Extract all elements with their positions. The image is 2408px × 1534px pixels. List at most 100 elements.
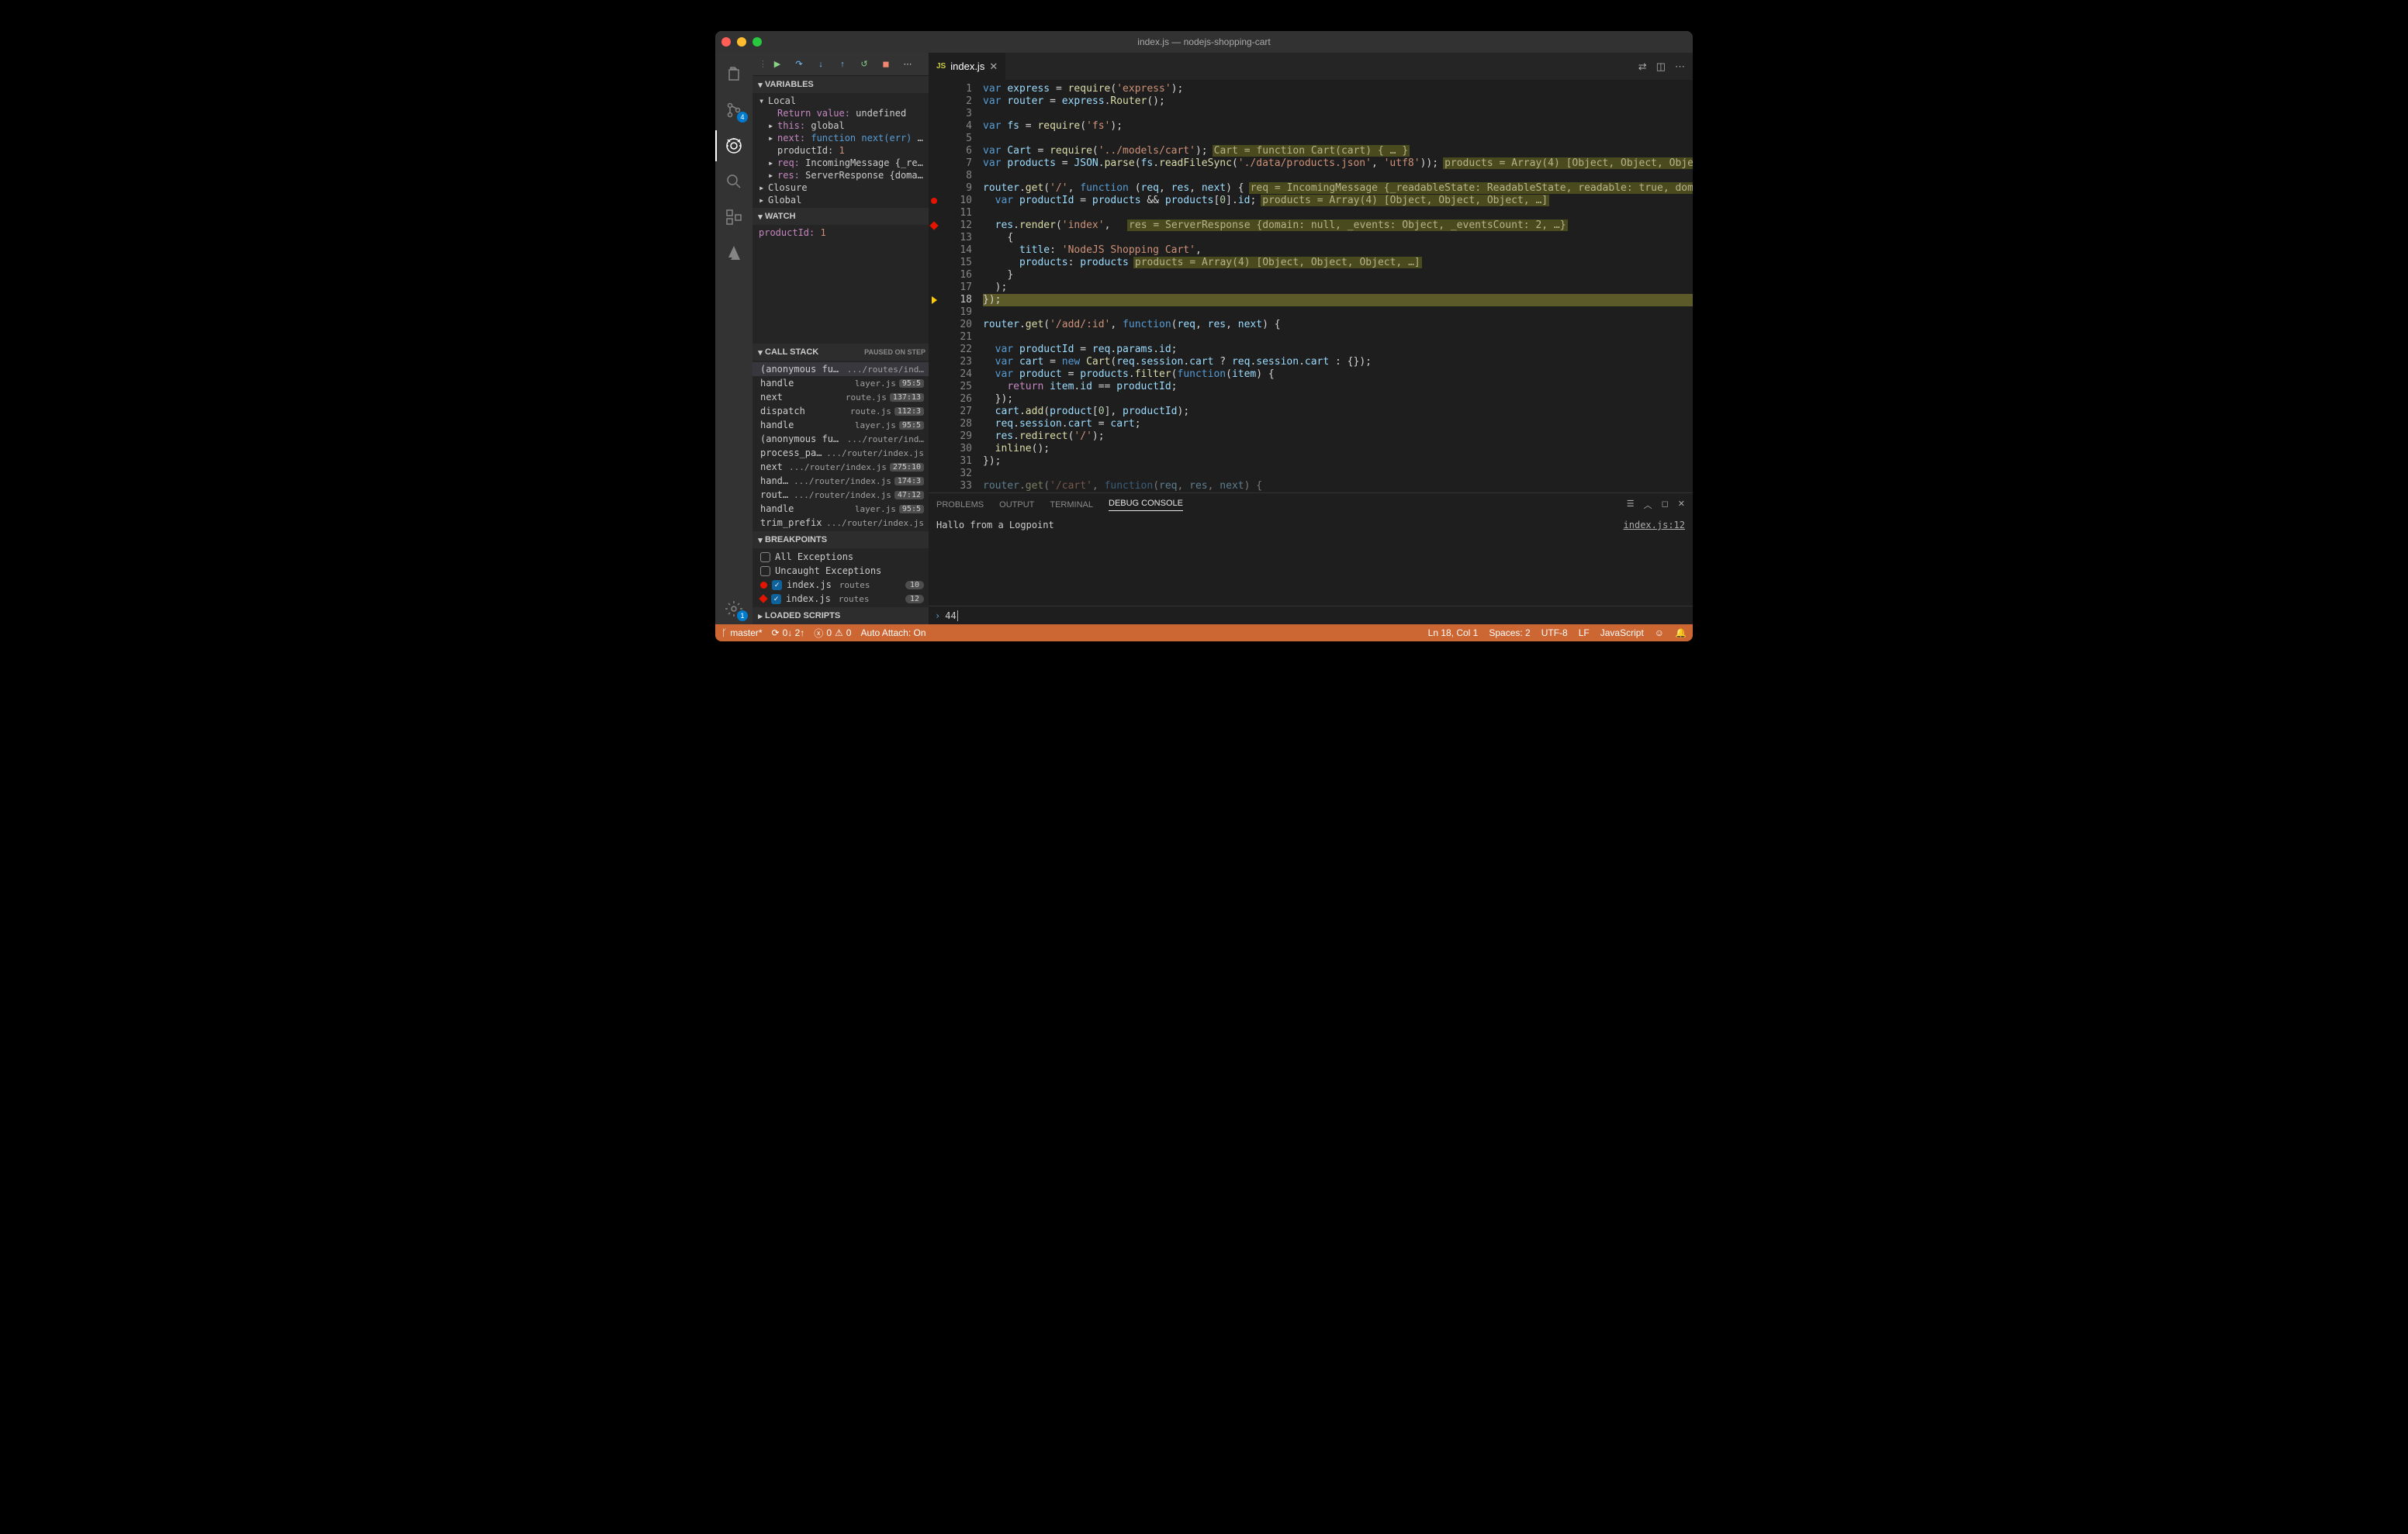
step-into-button[interactable]: ↓ bbox=[811, 55, 830, 74]
restart-button[interactable]: ↺ bbox=[855, 55, 874, 74]
status-bar: ᚴ master* ⟳ 0↓ 2↑ ⓧ 0 ⚠ 0 Auto Attach: O… bbox=[715, 624, 1693, 641]
minimize-window[interactable] bbox=[737, 37, 746, 47]
errors-count[interactable]: ⓧ 0 ⚠ 0 bbox=[814, 627, 851, 640]
tab-bar: JS index.js ✕ ⇄ ◫ ⋯ bbox=[929, 53, 1693, 80]
js-file-icon: JS bbox=[936, 62, 946, 71]
prompt-icon: › bbox=[935, 610, 940, 621]
stop-button[interactable]: ◼ bbox=[877, 55, 895, 74]
debug-toolbar: ⋮ ▶ ↷ ↓ ↑ ↺ ◼ ⋯ bbox=[752, 53, 929, 76]
debug-icon[interactable] bbox=[715, 130, 752, 161]
filter-icon[interactable]: ☰ bbox=[1627, 499, 1635, 511]
debug-sidebar: ⋮ ▶ ↷ ↓ ↑ ↺ ◼ ⋯ ▾Variables ▾LocalReturn … bbox=[752, 53, 929, 624]
continue-button[interactable]: ▶ bbox=[768, 55, 787, 74]
stack-frame[interactable]: nextroute.js137:13 bbox=[752, 390, 929, 404]
panel-tab-terminal[interactable]: Terminal bbox=[1050, 500, 1093, 510]
stack-frame[interactable]: handlelayer.js95:5 bbox=[752, 376, 929, 390]
checkbox[interactable] bbox=[760, 566, 770, 576]
git-sync[interactable]: ⟳ 0↓ 2↑ bbox=[772, 627, 805, 638]
stack-frame[interactable]: process_params.../router/index.js bbox=[752, 446, 929, 460]
tab-index-js[interactable]: JS index.js ✕ bbox=[929, 53, 1005, 80]
checkbox[interactable]: ✓ bbox=[771, 594, 781, 604]
log-source[interactable]: index.js:12 bbox=[1624, 520, 1685, 603]
scm-icon[interactable]: 4 bbox=[715, 95, 752, 126]
variable-row[interactable]: ▸req: IncomingMessage {_readableSt… bbox=[752, 157, 929, 169]
stack-frame[interactable]: (anonymous function).../routes/ind… bbox=[752, 362, 929, 376]
zoom-window[interactable] bbox=[752, 37, 762, 47]
callstack-list: (anonymous function).../routes/ind…handl… bbox=[752, 361, 929, 531]
editor-group: JS index.js ✕ ⇄ ◫ ⋯ 12345678910111213141… bbox=[929, 53, 1693, 624]
stack-frame[interactable]: dispatchroute.js112:3 bbox=[752, 404, 929, 418]
variable-row[interactable]: productId: 1 bbox=[752, 144, 929, 157]
watch-header[interactable]: ▾Watch bbox=[752, 208, 929, 225]
scope-local[interactable]: ▾Local bbox=[752, 95, 929, 107]
panel-tab-output[interactable]: Output bbox=[999, 500, 1034, 510]
auto-attach[interactable]: Auto Attach: On bbox=[860, 627, 925, 638]
indentation[interactable]: Spaces: 2 bbox=[1489, 627, 1530, 638]
variable-row[interactable]: ▸this: global bbox=[752, 119, 929, 132]
debug-console-input[interactable]: › 44 bbox=[929, 606, 1693, 624]
debug-console-output: Hallo from a Logpoint index.js:12 bbox=[929, 517, 1693, 606]
search-icon[interactable] bbox=[715, 166, 752, 197]
scope-closure[interactable]: ▸Closure bbox=[752, 181, 929, 194]
step-out-button[interactable]: ↑ bbox=[833, 55, 852, 74]
stack-frame[interactable]: handlelayer.js95:5 bbox=[752, 418, 929, 432]
more-actions-icon[interactable]: ⋯ bbox=[1675, 60, 1685, 73]
variables-list: ▾LocalReturn value: undefined▸this: glob… bbox=[752, 93, 929, 208]
scope-global[interactable]: ▸Global bbox=[752, 194, 929, 206]
code-editor[interactable]: 1234567891011121314151617181920212223242… bbox=[929, 80, 1693, 492]
split-editor-icon[interactable]: ◫ bbox=[1656, 60, 1666, 73]
encoding[interactable]: UTF-8 bbox=[1541, 627, 1568, 638]
stack-frame[interactable]: next.../router/index.js275:10 bbox=[752, 460, 929, 474]
tab-label: index.js bbox=[950, 60, 984, 72]
maximize-panel-icon[interactable]: ◻ bbox=[1662, 499, 1669, 511]
language-mode[interactable]: JavaScript bbox=[1600, 627, 1644, 638]
activity-bar: 4 1 bbox=[715, 53, 752, 624]
drag-handle-icon[interactable]: ⋮ bbox=[759, 59, 765, 69]
eol[interactable]: LF bbox=[1579, 627, 1590, 638]
more-button[interactable]: ⋯ bbox=[898, 55, 917, 74]
feedback-icon[interactable]: ☺ bbox=[1655, 627, 1664, 638]
breakpoint-row[interactable]: ✓index.jsroutes10 bbox=[752, 578, 929, 592]
breakpoints-header[interactable]: ▾Breakpoints bbox=[752, 531, 929, 548]
explorer-icon[interactable] bbox=[715, 59, 752, 90]
loaded-scripts-header[interactable]: ▸Loaded Scripts bbox=[752, 607, 929, 624]
stack-frame[interactable]: (anonymous function).../router/ind… bbox=[752, 432, 929, 446]
panel-tabs: ProblemsOutputTerminalDebug Console ☰ ︿ … bbox=[929, 493, 1693, 517]
settings-badge: 1 bbox=[737, 610, 748, 621]
breakpoint-row[interactable]: All Exceptions bbox=[752, 550, 929, 564]
checkbox[interactable]: ✓ bbox=[772, 580, 782, 590]
azure-icon[interactable] bbox=[715, 237, 752, 268]
watch-row[interactable]: productId: 1 bbox=[752, 226, 929, 239]
window-controls bbox=[721, 37, 762, 47]
notifications-icon[interactable]: 🔔 bbox=[1675, 627, 1687, 638]
panel-tab-problems[interactable]: Problems bbox=[936, 500, 984, 510]
variable-row[interactable]: ▸res: ServerResponse {domain: null… bbox=[752, 169, 929, 181]
variables-header[interactable]: ▾Variables bbox=[752, 76, 929, 93]
step-over-button[interactable]: ↷ bbox=[790, 55, 808, 74]
git-branch[interactable]: ᚴ master* bbox=[721, 627, 763, 638]
breakpoint-row[interactable]: Uncaught Exceptions bbox=[752, 564, 929, 578]
panel-tab-debug-console[interactable]: Debug Console bbox=[1109, 499, 1183, 511]
variable-row[interactable]: ▸next: function next(err) { … } bbox=[752, 132, 929, 144]
settings-gear-icon[interactable]: 1 bbox=[715, 593, 752, 624]
compare-icon[interactable]: ⇄ bbox=[1638, 60, 1647, 73]
variable-row[interactable]: Return value: undefined bbox=[752, 107, 929, 119]
close-panel-icon[interactable]: ✕ bbox=[1678, 499, 1685, 511]
extensions-icon[interactable] bbox=[715, 202, 752, 233]
checkbox[interactable] bbox=[760, 552, 770, 562]
cursor-position[interactable]: Ln 18, Col 1 bbox=[1428, 627, 1479, 638]
bottom-panel: ProblemsOutputTerminalDebug Console ☰ ︿ … bbox=[929, 492, 1693, 624]
close-window[interactable] bbox=[721, 37, 731, 47]
breakpoint-row[interactable]: ✓index.jsroutes12 bbox=[752, 592, 929, 606]
stack-frame[interactable]: handle.../router/index.js174:3 bbox=[752, 474, 929, 488]
collapse-icon[interactable]: ︿ bbox=[1644, 499, 1652, 511]
vscode-window: index.js — nodejs-shopping-cart 4 1 ⋮ ▶ … bbox=[715, 31, 1693, 641]
stack-frame[interactable]: handlelayer.js95:5 bbox=[752, 502, 929, 516]
callstack-header[interactable]: ▾Call StackPaused on step bbox=[752, 344, 929, 361]
stack-frame[interactable]: router.../router/index.js47:12 bbox=[752, 488, 929, 502]
breakpoints-list: All ExceptionsUncaught Exceptions✓index.… bbox=[752, 548, 929, 607]
watch-list: productId: 1 bbox=[752, 225, 929, 240]
close-tab-icon[interactable]: ✕ bbox=[989, 60, 998, 73]
stack-frame[interactable]: trim_prefix.../router/index.js bbox=[752, 516, 929, 530]
scm-badge: 4 bbox=[737, 112, 748, 123]
